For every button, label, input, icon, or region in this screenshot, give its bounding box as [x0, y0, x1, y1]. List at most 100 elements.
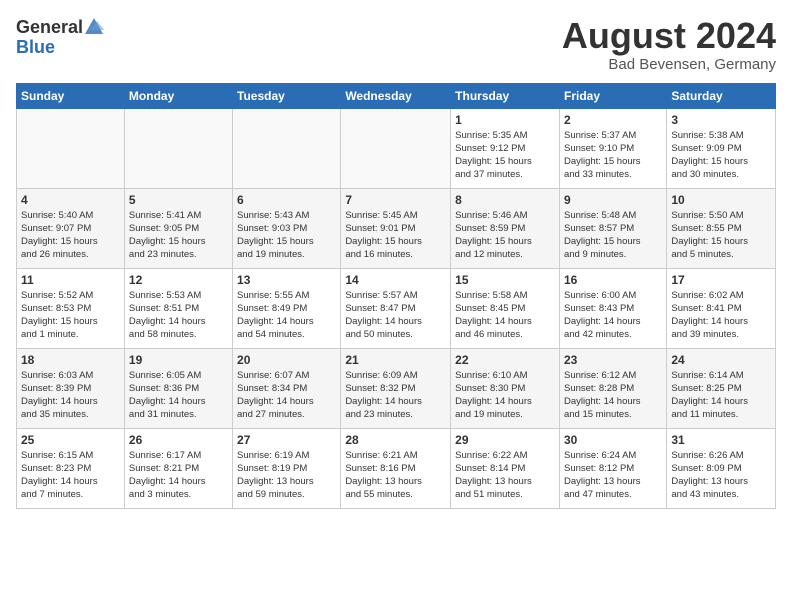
- day-detail: Sunrise: 5:38 AM Sunset: 9:09 PM Dayligh…: [671, 129, 771, 182]
- day-detail: Sunrise: 6:07 AM Sunset: 8:34 PM Dayligh…: [237, 369, 336, 422]
- day-detail: Sunrise: 5:46 AM Sunset: 8:59 PM Dayligh…: [455, 209, 555, 262]
- day-number: 21: [345, 353, 446, 367]
- day-detail: Sunrise: 6:22 AM Sunset: 8:14 PM Dayligh…: [455, 449, 555, 502]
- col-tuesday: Tuesday: [233, 83, 341, 108]
- day-number: 26: [129, 433, 228, 447]
- location-subtitle: Bad Bevensen, Germany: [562, 56, 776, 73]
- day-detail: Sunrise: 6:24 AM Sunset: 8:12 PM Dayligh…: [564, 449, 662, 502]
- calendar-cell: 4Sunrise: 5:40 AM Sunset: 9:07 PM Daylig…: [17, 188, 125, 268]
- day-detail: Sunrise: 5:37 AM Sunset: 9:10 PM Dayligh…: [564, 129, 662, 182]
- day-detail: Sunrise: 6:05 AM Sunset: 8:36 PM Dayligh…: [129, 369, 228, 422]
- calendar-cell: 15 Sunrise: 5:58 AM Sunset: 8:45 PM Dayli…: [451, 268, 560, 348]
- calendar-table: Sunday Monday Tuesday Wednesday Thursday…: [16, 83, 776, 509]
- calendar-cell: 1Sunrise: 5:35 AM Sunset: 9:12 PM Daylig…: [451, 108, 560, 188]
- logo-blue-text: Blue: [16, 38, 105, 56]
- day-number: 13: [237, 273, 336, 287]
- title-section: August 2024 Bad Bevensen, Germany: [562, 16, 776, 73]
- calendar-cell: 28 Sunrise: 6:21 AM Sunset: 8:16 PM Dayli…: [341, 428, 451, 508]
- calendar-cell: 21Sunrise: 6:09 AM Sunset: 8:32 PM Dayli…: [341, 348, 451, 428]
- day-number: 23: [564, 353, 662, 367]
- day-number: 7: [345, 193, 446, 207]
- calendar-cell: [17, 108, 125, 188]
- calendar-cell: 8 Sunrise: 5:46 AM Sunset: 8:59 PM Daylig…: [451, 188, 560, 268]
- day-number: 4: [21, 193, 120, 207]
- day-detail: Sunrise: 5:53 AM Sunset: 8:51 PM Dayligh…: [129, 289, 228, 342]
- calendar-cell: 2Sunrise: 5:37 AM Sunset: 9:10 PM Daylig…: [559, 108, 666, 188]
- calendar-cell: 22 Sunrise: 6:10 AM Sunset: 8:30 PM Dayli…: [451, 348, 560, 428]
- calendar-cell: 17Sunrise: 6:02 AM Sunset: 8:41 PM Dayli…: [667, 268, 776, 348]
- day-number: 12: [129, 273, 228, 287]
- calendar-row-3: 11 Sunrise: 5:52 AM Sunset: 8:53 PM Dayli…: [17, 268, 776, 348]
- calendar-cell: 29 Sunrise: 6:22 AM Sunset: 8:14 PM Dayli…: [451, 428, 560, 508]
- day-detail: Sunrise: 5:35 AM Sunset: 9:12 PM Dayligh…: [455, 129, 555, 182]
- logo-general-text: General: [16, 18, 83, 36]
- day-number: 14: [345, 273, 446, 287]
- day-detail: Sunrise: 6:10 AM Sunset: 8:30 PM Dayligh…: [455, 369, 555, 422]
- calendar-cell: 23Sunrise: 6:12 AM Sunset: 8:28 PM Dayli…: [559, 348, 666, 428]
- calendar-cell: [341, 108, 451, 188]
- calendar-row-4: 18 Sunrise: 6:03 AM Sunset: 8:39 PM Dayli…: [17, 348, 776, 428]
- day-number: 8: [455, 193, 555, 207]
- calendar-row-2: 4Sunrise: 5:40 AM Sunset: 9:07 PM Daylig…: [17, 188, 776, 268]
- calendar-cell: 10Sunrise: 5:50 AM Sunset: 8:55 PM Dayli…: [667, 188, 776, 268]
- day-detail: Sunrise: 5:41 AM Sunset: 9:05 PM Dayligh…: [129, 209, 228, 262]
- calendar-cell: 9Sunrise: 5:48 AM Sunset: 8:57 PM Daylig…: [559, 188, 666, 268]
- calendar-cell: 31 Sunrise: 6:26 AM Sunset: 8:09 PM Dayli…: [667, 428, 776, 508]
- day-number: 11: [21, 273, 120, 287]
- logo-icon: [83, 16, 105, 38]
- calendar-cell: 7 Sunrise: 5:45 AM Sunset: 9:01 PM Daylig…: [341, 188, 451, 268]
- calendar-cell: 5 Sunrise: 5:41 AM Sunset: 9:05 PM Daylig…: [124, 188, 232, 268]
- calendar-cell: 14 Sunrise: 5:57 AM Sunset: 8:47 PM Dayli…: [341, 268, 451, 348]
- calendar-row-5: 25 Sunrise: 6:15 AM Sunset: 8:23 PM Dayli…: [17, 428, 776, 508]
- day-number: 6: [237, 193, 336, 207]
- col-thursday: Thursday: [451, 83, 560, 108]
- col-saturday: Saturday: [667, 83, 776, 108]
- calendar-cell: 18 Sunrise: 6:03 AM Sunset: 8:39 PM Dayli…: [17, 348, 125, 428]
- col-friday: Friday: [559, 83, 666, 108]
- day-detail: Sunrise: 5:55 AM Sunset: 8:49 PM Dayligh…: [237, 289, 336, 342]
- day-detail: Sunrise: 6:14 AM Sunset: 8:25 PM Dayligh…: [671, 369, 771, 422]
- day-number: 27: [237, 433, 336, 447]
- day-detail: Sunrise: 6:19 AM Sunset: 8:19 PM Dayligh…: [237, 449, 336, 502]
- day-detail: Sunrise: 5:50 AM Sunset: 8:55 PM Dayligh…: [671, 209, 771, 262]
- day-detail: Sunrise: 5:57 AM Sunset: 8:47 PM Dayligh…: [345, 289, 446, 342]
- day-detail: Sunrise: 6:26 AM Sunset: 8:09 PM Dayligh…: [671, 449, 771, 502]
- day-detail: Sunrise: 5:43 AM Sunset: 9:03 PM Dayligh…: [237, 209, 336, 262]
- day-number: 18: [21, 353, 120, 367]
- day-number: 9: [564, 193, 662, 207]
- calendar-cell: [124, 108, 232, 188]
- calendar-row-1: 1Sunrise: 5:35 AM Sunset: 9:12 PM Daylig…: [17, 108, 776, 188]
- calendar-cell: 26 Sunrise: 6:17 AM Sunset: 8:21 PM Dayli…: [124, 428, 232, 508]
- day-detail: Sunrise: 6:21 AM Sunset: 8:16 PM Dayligh…: [345, 449, 446, 502]
- day-detail: Sunrise: 6:17 AM Sunset: 8:21 PM Dayligh…: [129, 449, 228, 502]
- col-monday: Monday: [124, 83, 232, 108]
- calendar-cell: 19Sunrise: 6:05 AM Sunset: 8:36 PM Dayli…: [124, 348, 232, 428]
- day-number: 5: [129, 193, 228, 207]
- day-number: 29: [455, 433, 555, 447]
- day-number: 3: [671, 113, 771, 127]
- calendar-cell: [233, 108, 341, 188]
- day-number: 30: [564, 433, 662, 447]
- day-number: 28: [345, 433, 446, 447]
- day-detail: Sunrise: 6:03 AM Sunset: 8:39 PM Dayligh…: [21, 369, 120, 422]
- col-wednesday: Wednesday: [341, 83, 451, 108]
- day-detail: Sunrise: 6:00 AM Sunset: 8:43 PM Dayligh…: [564, 289, 662, 342]
- day-detail: Sunrise: 5:52 AM Sunset: 8:53 PM Dayligh…: [21, 289, 120, 342]
- calendar-cell: 16Sunrise: 6:00 AM Sunset: 8:43 PM Dayli…: [559, 268, 666, 348]
- day-number: 31: [671, 433, 771, 447]
- day-detail: Sunrise: 6:15 AM Sunset: 8:23 PM Dayligh…: [21, 449, 120, 502]
- calendar-cell: 13 Sunrise: 5:55 AM Sunset: 8:49 PM Dayli…: [233, 268, 341, 348]
- day-number: 15: [455, 273, 555, 287]
- calendar-page: General Blue August 2024 Bad Bevensen, G…: [0, 0, 792, 612]
- month-title: August 2024: [562, 16, 776, 56]
- calendar-cell: 27 Sunrise: 6:19 AM Sunset: 8:19 PM Dayli…: [233, 428, 341, 508]
- calendar-cell: 30 Sunrise: 6:24 AM Sunset: 8:12 PM Dayli…: [559, 428, 666, 508]
- day-detail: Sunrise: 6:02 AM Sunset: 8:41 PM Dayligh…: [671, 289, 771, 342]
- day-number: 22: [455, 353, 555, 367]
- day-detail: Sunrise: 5:58 AM Sunset: 8:45 PM Dayligh…: [455, 289, 555, 342]
- page-header: General Blue August 2024 Bad Bevensen, G…: [16, 16, 776, 73]
- day-number: 25: [21, 433, 120, 447]
- calendar-cell: 24Sunrise: 6:14 AM Sunset: 8:25 PM Dayli…: [667, 348, 776, 428]
- day-detail: Sunrise: 5:45 AM Sunset: 9:01 PM Dayligh…: [345, 209, 446, 262]
- col-sunday: Sunday: [17, 83, 125, 108]
